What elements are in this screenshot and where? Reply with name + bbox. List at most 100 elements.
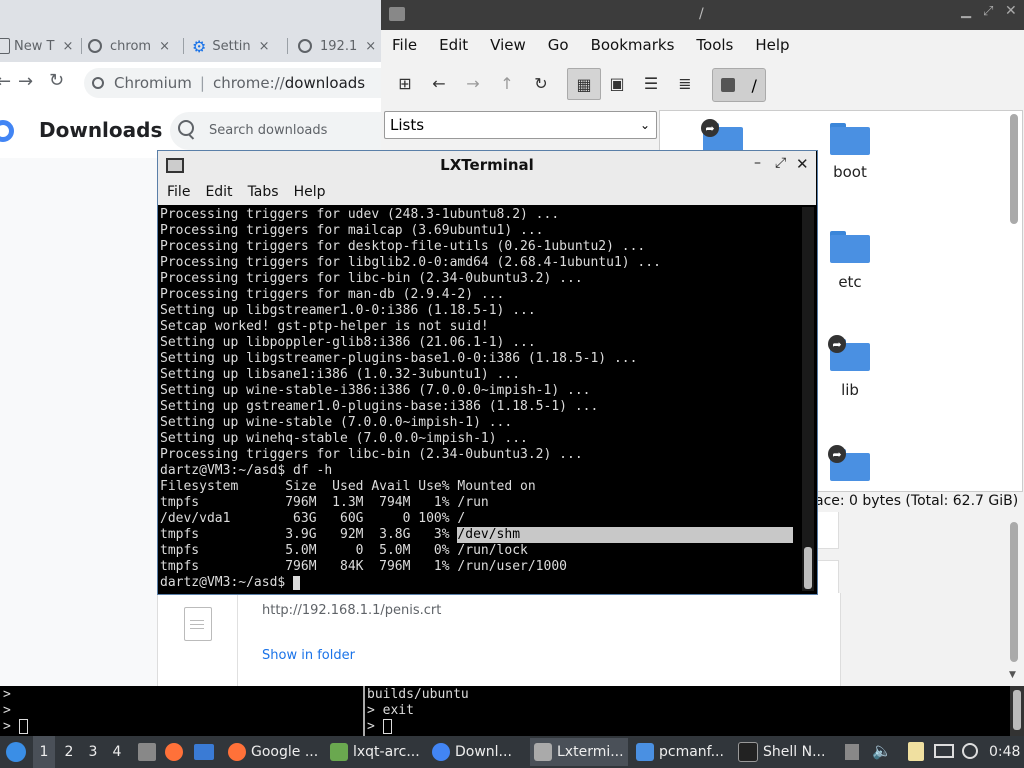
file-manager-scrollbar[interactable]: ▼ (1007, 512, 1021, 686)
bottom-terminal-right[interactable]: builds/ubuntu > exit > (367, 687, 469, 735)
terminal-output[interactable]: Processing triggers for udev (248.3-1ubu… (160, 207, 800, 591)
file-manager-toolbar: ⊞ ← → ↑ ↻ ▦ ▣ ☰ ≣ (381, 62, 1024, 106)
folder-label: boot (833, 163, 867, 181)
terminal-scrollbar[interactable] (802, 207, 814, 591)
folder-item[interactable]: ➦ (828, 335, 870, 371)
terminal-line: Setcap worked! gst-ptp-helper is not sui… (160, 319, 489, 334)
desktop-3[interactable]: 3 (82, 736, 104, 768)
file-view-scrollbar[interactable] (1007, 110, 1021, 490)
detailed-view-icon[interactable]: ≣ (671, 68, 699, 98)
thumbnail-view-icon[interactable]: ▣ (603, 68, 631, 98)
tab-settings[interactable]: ⚙ Settin × (192, 30, 288, 62)
reload-icon[interactable]: ↻ (527, 68, 555, 98)
status-bar: ace: 0 bytes (Total: 62.7 GiB) (815, 493, 1019, 509)
minimize-icon[interactable]: ▁ (961, 4, 971, 19)
menu-edit[interactable]: Edit (439, 36, 468, 54)
back-arrow-icon[interactable]: ← (0, 71, 11, 92)
task-lxqt-archiver[interactable]: lxqt-arc... (326, 738, 424, 766)
omnibox-site: Chromium (114, 74, 192, 92)
tray-menu-icon[interactable] (962, 743, 978, 759)
tab-chrome[interactable]: chrom × (88, 30, 184, 62)
firefox-icon (228, 743, 246, 761)
omnibox-url-prefix: chrome:// (212, 74, 285, 92)
menu-help[interactable]: Help (755, 36, 789, 54)
compact-view-icon[interactable]: ☰ (637, 68, 665, 98)
close-icon[interactable]: × (159, 39, 170, 54)
shell-icon (738, 742, 758, 762)
search-box[interactable]: Search downloads (170, 112, 381, 150)
terminal-line: Setting up libpoppler-glib8:i386 (21.06.… (160, 335, 536, 350)
terminal-line: /dev/vda1 63G 60G 0 100% / (160, 511, 466, 526)
symlink-icon: ➦ (828, 335, 846, 353)
menu-view[interactable]: View (490, 36, 526, 54)
search-input[interactable]: Search downloads (209, 123, 327, 138)
menu-edit[interactable]: Edit (205, 184, 232, 200)
terminal-line: Processing triggers for libglib2.0-0:amd… (160, 255, 661, 270)
forward-arrow-icon[interactable]: → (18, 71, 33, 92)
side-pane-mode-select[interactable]: Lists ⌄ (384, 111, 657, 139)
bottom-terminal-left[interactable]: > > > (3, 687, 28, 735)
close-icon[interactable]: ✕ (1005, 3, 1017, 19)
menu-file[interactable]: File (167, 184, 190, 200)
desktop-1[interactable]: 1 (33, 736, 55, 768)
task-downloads[interactable]: Downl... (428, 738, 526, 766)
task-lxterminal[interactable]: Lxtermi... (530, 738, 628, 766)
bottom-terminal[interactable] (0, 686, 1024, 736)
settings-gear-icon: ⚙ (192, 36, 207, 56)
start-menu-icon[interactable] (6, 742, 26, 762)
file-manager-titlebar: / ▁ ⤢ ✕ (381, 0, 1024, 30)
menu-tabs[interactable]: Tabs (248, 184, 279, 200)
folder-item[interactable]: ➦ (828, 445, 870, 481)
desktop-4[interactable]: 4 (106, 736, 128, 768)
terminal-line: Setting up wine-stable-i386:i386 (7.0.0.… (160, 383, 591, 398)
menu-file[interactable]: File (392, 36, 417, 54)
up-arrow-icon[interactable]: ↑ (493, 68, 521, 98)
menu-help[interactable]: Help (294, 184, 326, 200)
file-manager-launcher-icon[interactable] (138, 743, 156, 761)
terminal-title: LXTerminal (440, 156, 534, 174)
firefox-launcher-icon[interactable] (165, 743, 183, 761)
menu-go[interactable]: Go (548, 36, 569, 54)
terminal-line: Processing triggers for desktop-file-uti… (160, 239, 646, 254)
volume-icon[interactable]: 🔈 (872, 741, 892, 760)
new-tab-icon[interactable]: ⊞ (391, 68, 419, 98)
tab-192[interactable]: 192.1 × (298, 30, 380, 62)
menu-tools[interactable]: Tools (696, 36, 733, 54)
globe-icon (88, 39, 102, 53)
icon-view-icon[interactable]: ▦ (567, 68, 601, 100)
menu-bookmarks[interactable]: Bookmarks (591, 36, 675, 54)
desktop-2[interactable]: 2 (58, 736, 80, 768)
close-icon[interactable]: × (259, 39, 270, 54)
clipboard-icon[interactable] (908, 742, 924, 761)
task-shell[interactable]: Shell N... (734, 738, 832, 766)
path-bar[interactable]: / (712, 68, 766, 102)
forward-arrow-icon[interactable]: → (459, 68, 487, 98)
clock[interactable]: 0:48 (989, 736, 1023, 768)
terminal-line: dartz@VM3:~/asd$ df -h (160, 463, 333, 478)
maximize-icon[interactable]: ⤢ (983, 4, 993, 19)
download-url[interactable]: http://192.168.1.1/penis.crt (262, 603, 441, 618)
folder-icon (636, 743, 654, 761)
back-arrow-icon[interactable]: ← (425, 68, 453, 98)
reload-icon[interactable]: ↻ (49, 70, 64, 91)
close-icon[interactable]: × (62, 39, 73, 54)
address-bar[interactable]: Chromium | chrome:// downloads (84, 68, 381, 98)
folder-item[interactable] (830, 123, 870, 155)
chevron-down-icon: ⌄ (639, 118, 650, 132)
task-pcmanfm[interactable]: pcmanf... (632, 738, 730, 766)
network-icon[interactable] (934, 744, 954, 758)
terminal-line: Setting up libgstreamer1.0-0:i386 (1.18.… (160, 303, 536, 318)
terminal-line: Setting up libsane1:i386 (1.0.32-3ubuntu… (160, 367, 521, 382)
terminal-line: Setting up libgstreamer-plugins-base1.0-… (160, 351, 638, 366)
close-icon[interactable]: × (365, 39, 376, 54)
tab-new-tab[interactable]: New T × (0, 30, 82, 62)
terminal-line: Processing triggers for udev (248.3-1ubu… (160, 207, 560, 222)
show-desktop-icon[interactable] (194, 744, 214, 760)
task-google[interactable]: Google ... (224, 738, 322, 766)
cursor (293, 575, 301, 590)
folder-item[interactable] (830, 231, 870, 263)
bottom-terminal-scrollbar[interactable] (1010, 686, 1024, 736)
tray-icon[interactable] (845, 744, 859, 760)
show-in-folder-link[interactable]: Show in folder (262, 648, 355, 663)
download-card-edge (816, 512, 839, 549)
